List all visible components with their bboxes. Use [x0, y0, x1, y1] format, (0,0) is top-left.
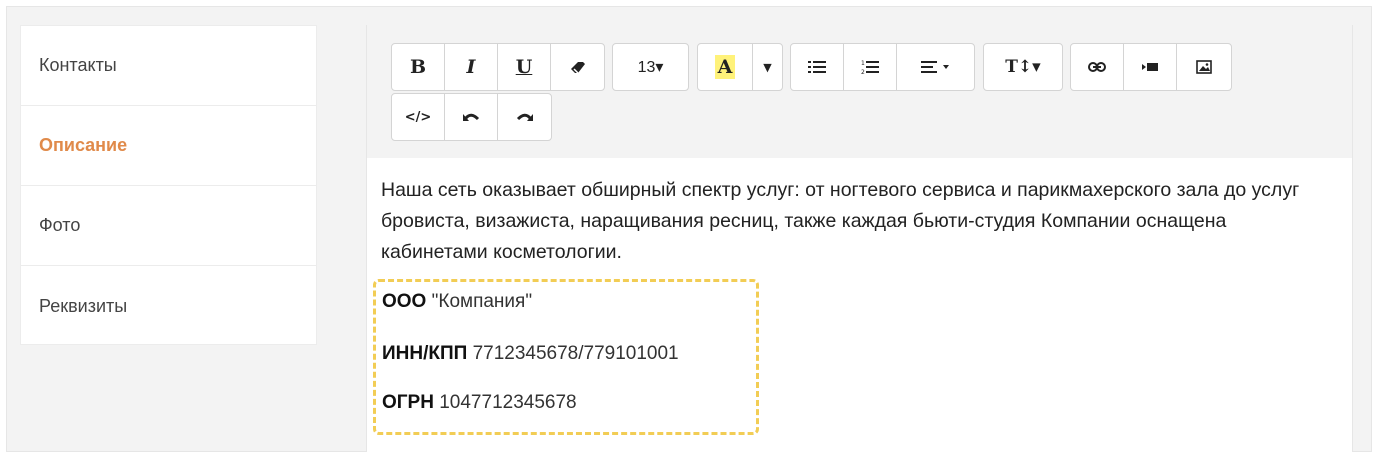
inn-label: ИНН/КПП [382, 343, 468, 364]
company-label: ООО [382, 291, 427, 312]
font-size-value: 13▾ [637, 59, 664, 76]
editor-content[interactable]: Наша сеть оказывает обширный спектр услу… [381, 175, 1321, 268]
bullet-list-icon [808, 61, 826, 73]
sidebar-item-photo[interactable]: Фото [21, 186, 316, 266]
sidebar-item-description[interactable]: Описание [21, 106, 316, 186]
editor-toolbar: B I U 13▾ A ▼ 1 2 T↕▾ </> [367, 25, 1352, 158]
eraser-icon [570, 62, 585, 74]
ordered-list-icon: 1 2 [861, 60, 879, 75]
ogrn-line: ОГРН 1047712345678 [382, 392, 577, 414]
sidebar-item-requisites[interactable]: Реквизиты [21, 266, 316, 346]
bold-button[interactable]: B [392, 44, 445, 90]
redo-icon [516, 113, 533, 121]
svg-text:2: 2 [861, 69, 865, 75]
history-group: </> [391, 93, 552, 141]
ogrn-label: ОГРН [382, 392, 434, 413]
code-icon: </> [404, 109, 432, 125]
video-icon [1142, 63, 1158, 71]
paragraph-group: 1 2 [790, 43, 975, 91]
clear-format-button[interactable] [551, 44, 604, 90]
align-dropdown[interactable] [897, 44, 974, 90]
text-height-icon: T↕▾ [1005, 57, 1041, 77]
company-value: "Компания" [431, 291, 533, 312]
ogrn-value: 1047712345678 [439, 392, 577, 413]
image-icon [1195, 60, 1212, 74]
insert-group [1070, 43, 1232, 91]
redo-button[interactable] [498, 94, 551, 140]
insert-link-button[interactable] [1071, 44, 1124, 90]
inn-line: ИНН/КПП 7712345678/779101001 [382, 343, 679, 365]
text-color-button[interactable]: A [698, 44, 753, 90]
font-size-dropdown[interactable]: 13▾ [613, 44, 688, 90]
font-size-group: 13▾ [612, 43, 689, 91]
undo-button[interactable] [445, 94, 498, 140]
italic-icon: I [466, 56, 476, 78]
ordered-list-button[interactable]: 1 2 [844, 44, 897, 90]
text-color-icon: A [714, 55, 736, 79]
sidebar-item-label: Фото [39, 215, 81, 235]
format-group: B I U [391, 43, 605, 91]
sidebar-item-label: Реквизиты [39, 295, 128, 316]
underline-button[interactable]: U [498, 44, 551, 90]
inn-value: 7712345678/779101001 [472, 343, 679, 364]
sidebar: Контакты Описание Фото Реквизиты [20, 25, 317, 345]
color-dropdown-button[interactable]: ▼ [753, 44, 782, 90]
underline-icon: U [515, 56, 533, 78]
code-view-button[interactable]: </> [392, 94, 445, 140]
sidebar-item-label: Контакты [39, 55, 117, 75]
insert-video-button[interactable] [1124, 44, 1177, 90]
sidebar-item-contacts[interactable]: Контакты [21, 26, 316, 106]
insert-image-button[interactable] [1177, 44, 1230, 90]
color-group: A ▼ [697, 43, 783, 91]
bold-icon: B [409, 56, 427, 78]
undo-icon [463, 113, 480, 121]
bullet-list-button[interactable] [791, 44, 844, 90]
company-line: ООО "Компания" [382, 291, 532, 313]
align-left-icon [920, 61, 949, 73]
italic-button[interactable]: I [445, 44, 498, 90]
caret-down-icon: ▼ [763, 60, 772, 74]
sidebar-item-label: Описание [39, 135, 128, 155]
svg-text:1: 1 [861, 60, 865, 67]
text-style-group: T↕▾ [983, 43, 1063, 91]
link-icon [1088, 62, 1106, 72]
text-style-dropdown[interactable]: T↕▾ [984, 44, 1062, 90]
description-paragraph: Наша сеть оказывает обширный спектр услу… [381, 179, 1300, 263]
